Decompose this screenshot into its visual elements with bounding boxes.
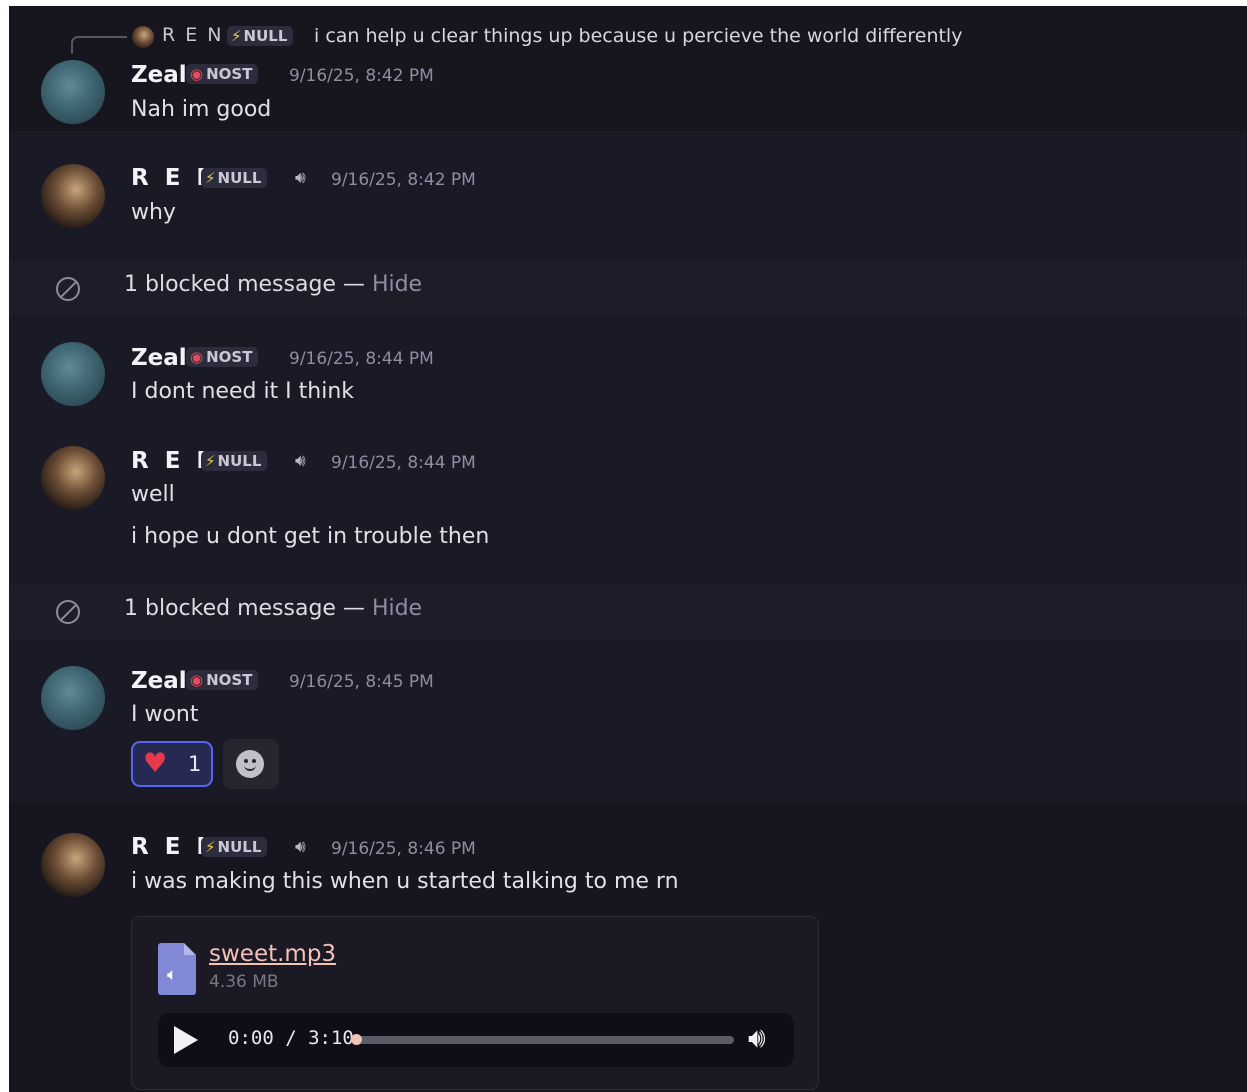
role-tag-label: NULL: [217, 169, 262, 187]
role-tag: ◉ NOST: [186, 347, 259, 367]
role-tag: ◉ NOST: [186, 64, 259, 84]
lightning-icon: ⚡: [231, 27, 242, 45]
lightning-icon: ⚡: [205, 169, 216, 187]
role-tag-label: NULL: [217, 838, 262, 856]
avatar[interactable]: [41, 342, 105, 406]
audio-attachment: 🔈︎ sweet.mp3 4.36 MB 0:00 / 3:10 🔊︎: [131, 916, 819, 1090]
role-tag: ⚡ NULL: [201, 451, 268, 471]
reply-role-tag: ⚡ NULL: [227, 26, 294, 46]
heart-icon: ♥: [143, 748, 168, 779]
smile-icon: [236, 750, 264, 778]
avatar[interactable]: [41, 833, 105, 897]
volume-icon[interactable]: 🔊︎: [748, 1021, 766, 1055]
reply-role-tag-label: NULL: [243, 27, 288, 45]
message-text: why: [131, 200, 176, 225]
blocked-message-text: 1 blocked message —: [124, 596, 372, 621]
window-frame-left: [0, 0, 9, 1092]
timestamp: 9/16/25, 8:45 PM: [289, 672, 434, 692]
role-tag-label: NULL: [217, 452, 262, 470]
message-text: I dont need it I think: [131, 379, 355, 404]
red-emblem-icon: ◉: [190, 65, 204, 83]
blocked-icon: [56, 277, 80, 301]
blocked-message-notice: 1 blocked message — Hide: [124, 272, 422, 297]
message-text: I wont: [131, 702, 199, 727]
reply-connector: [71, 36, 127, 54]
audio-time: 0:00 / 3:10: [228, 1027, 354, 1049]
message-text: i hope u dont get in trouble then: [131, 524, 490, 549]
audio-player: 0:00 / 3:10 🔊︎: [158, 1013, 794, 1067]
red-emblem-icon: ◉: [190, 671, 204, 689]
timestamp: 9/16/25, 8:46 PM: [331, 839, 476, 859]
reply-avatar[interactable]: [132, 26, 154, 48]
timestamp: 9/16/25, 8:44 PM: [289, 349, 434, 369]
reaction-count: 1: [188, 752, 202, 776]
lightning-icon: ⚡: [205, 838, 216, 856]
attachment-file-name[interactable]: sweet.mp3: [209, 941, 336, 967]
timestamp: 9/16/25, 8:42 PM: [331, 170, 476, 190]
message-group-2: [9, 131, 1247, 261]
avatar[interactable]: [41, 60, 105, 124]
audio-file-icon: 🔈︎: [158, 943, 196, 995]
timestamp: 9/16/25, 8:42 PM: [289, 66, 434, 86]
username[interactable]: Zeal: [131, 345, 187, 371]
message-text: Nah im good: [131, 97, 272, 122]
hide-blocked-button[interactable]: Hide: [372, 596, 422, 621]
timestamp: 9/16/25, 8:44 PM: [331, 453, 476, 473]
blocked-message-text: 1 blocked message —: [124, 272, 372, 297]
role-tag: ◉ NOST: [186, 670, 259, 690]
username[interactable]: Zeal: [131, 62, 187, 88]
role-tag-label: NOST: [206, 65, 253, 83]
role-tag-label: NOST: [206, 348, 253, 366]
reply-preview-text[interactable]: i can help u clear things up because u p…: [314, 25, 962, 47]
blocked-icon: [56, 600, 80, 624]
reply-author[interactable]: R E N: [162, 24, 224, 46]
hide-blocked-button[interactable]: Hide: [372, 272, 422, 297]
audio-progress-bar[interactable]: [351, 1034, 734, 1045]
role-tag: ⚡ NULL: [201, 168, 268, 188]
speaker-icon: 🔊︎: [295, 837, 306, 857]
username[interactable]: Zeal: [131, 668, 187, 694]
message-text: i was making this when u started talking…: [131, 869, 679, 894]
avatar[interactable]: [41, 164, 105, 228]
add-reaction-button[interactable]: [223, 739, 279, 789]
audio-progress-handle[interactable]: [351, 1034, 362, 1045]
role-tag: ⚡ NULL: [201, 837, 268, 857]
red-emblem-icon: ◉: [190, 348, 204, 366]
attachment-file-size: 4.36 MB: [209, 972, 279, 992]
blocked-message-notice: 1 blocked message — Hide: [124, 596, 422, 621]
lightning-icon: ⚡: [205, 452, 216, 470]
avatar[interactable]: [41, 666, 105, 730]
play-icon[interactable]: [174, 1026, 198, 1054]
avatar[interactable]: [41, 446, 105, 510]
speaker-icon: 🔊︎: [295, 451, 306, 471]
role-tag-label: NOST: [206, 671, 253, 689]
message-text: well: [131, 482, 175, 507]
speaker-icon: 🔊︎: [295, 168, 306, 188]
reaction-heart-button[interactable]: ♥ 1: [131, 741, 213, 787]
